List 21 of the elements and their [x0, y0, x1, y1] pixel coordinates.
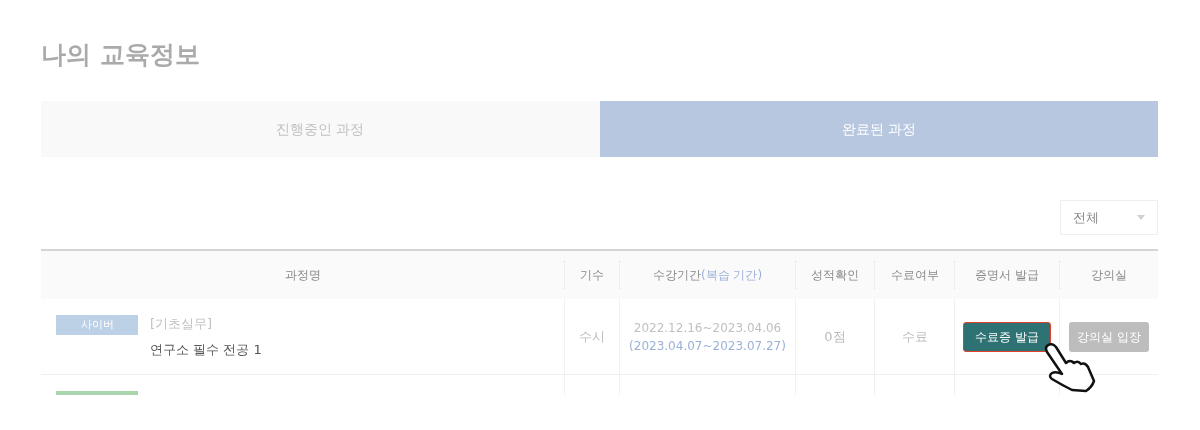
column-header: 수료여부	[890, 267, 939, 284]
filter-dropdown[interactable]: 전체	[1060, 200, 1158, 235]
column-header: 증명서 발급	[975, 267, 1039, 284]
issue-certificate-button[interactable]: 수료증 발급	[963, 321, 1051, 352]
table-cell-text: 수료	[901, 327, 928, 346]
caret-down-icon	[1137, 215, 1145, 220]
study-period: 2022.12.16~2023.04.06	[633, 319, 782, 337]
page-title: 나의 교육정보	[41, 39, 200, 71]
tab[interactable]: 완료된 과정	[599, 101, 1158, 157]
column-header: 기수	[580, 267, 604, 284]
column-header: 강의실	[1091, 267, 1127, 284]
column-header: 수강기간(복습 기간)	[652, 267, 763, 284]
course-title: 연구소 필수 전공 1	[150, 340, 262, 359]
column-header: 성적확인	[811, 267, 859, 284]
review-period: (2023.04.07~2023.07.27)	[629, 337, 786, 355]
course-type-tag: 사이버	[56, 315, 138, 335]
table-cell-text: 0점	[824, 327, 846, 346]
column-header: 과정명	[284, 267, 321, 284]
pointer-hand-icon	[1044, 343, 1096, 393]
table-cell-text: 수시	[579, 327, 605, 346]
course-category: [기초실무]	[150, 315, 214, 333]
